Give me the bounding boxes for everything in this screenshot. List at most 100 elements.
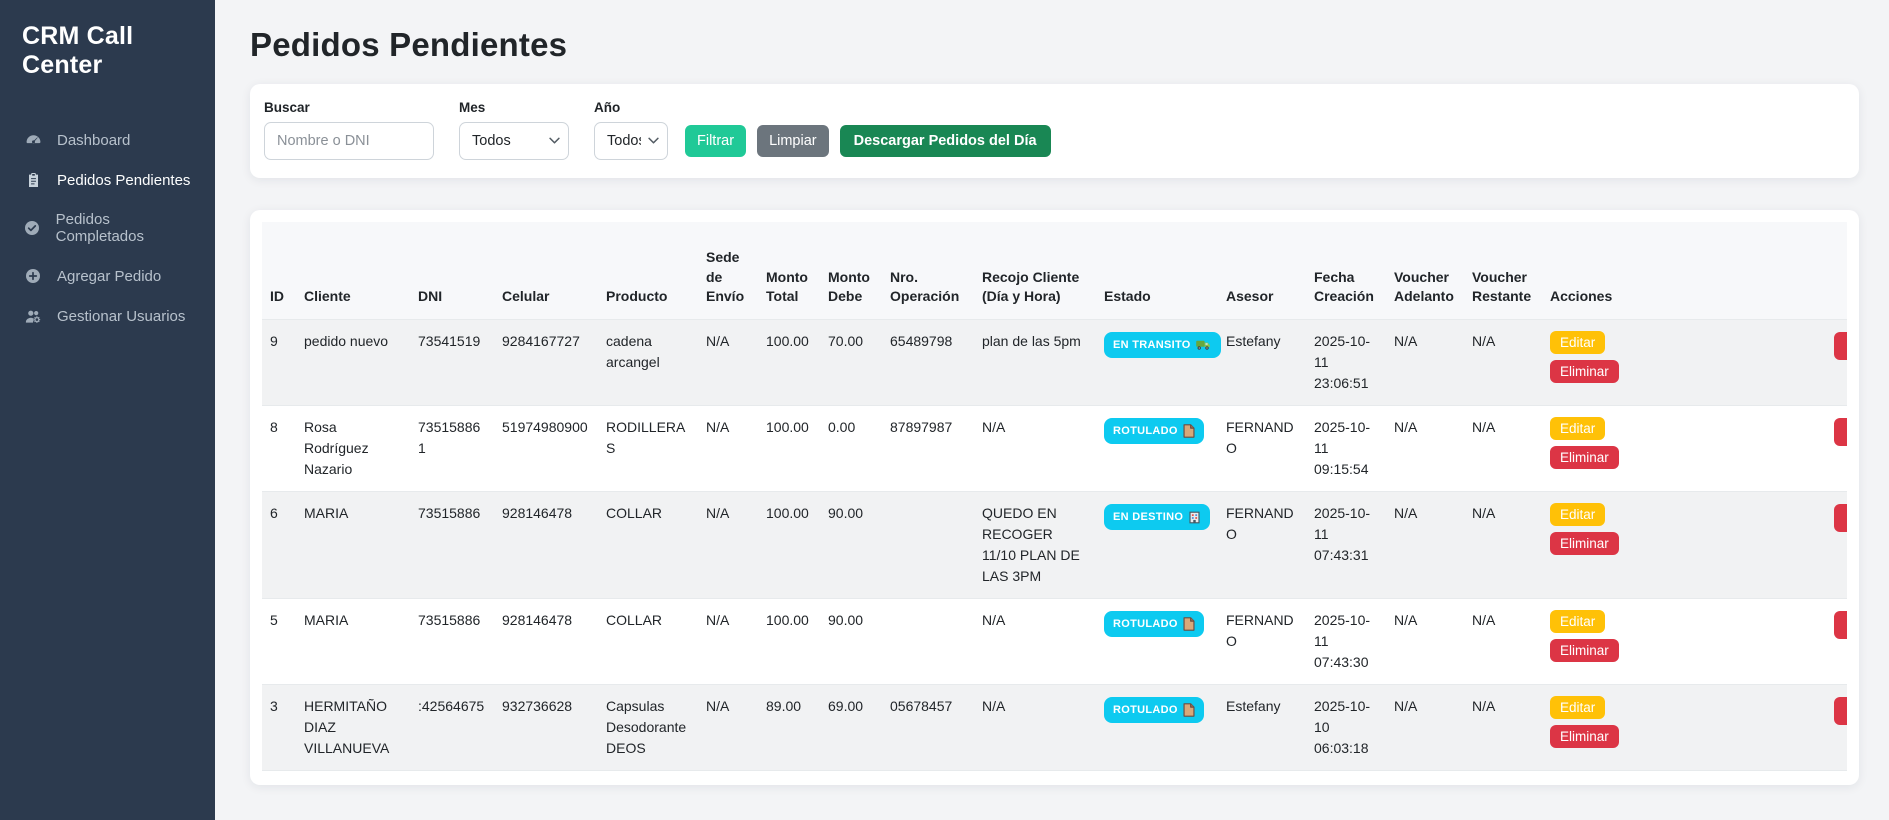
cell-id: 8 xyxy=(262,405,296,491)
table-header-row: IDClienteDNICelularProductoSede de Envío… xyxy=(262,222,1847,319)
cell-dni: 73515886 xyxy=(410,598,494,684)
clipped-eliminar-button[interactable] xyxy=(1834,697,1847,725)
cell-cliente: Rosa Rodríguez Nazario xyxy=(296,405,410,491)
cell-acciones: Editar Eliminar xyxy=(1542,684,1847,770)
column-header: Monto Total xyxy=(758,222,820,319)
column-header: Asesor xyxy=(1218,222,1306,319)
month-select[interactable]: Todos xyxy=(459,122,569,160)
eliminar-button[interactable]: Eliminar xyxy=(1550,360,1619,383)
cell-voucher-restante: N/A xyxy=(1464,319,1542,405)
eliminar-button[interactable]: Eliminar xyxy=(1550,639,1619,662)
app-root: CRM Call Center Dashboard Pedidos Pendie… xyxy=(0,0,1889,820)
eliminar-button[interactable]: Eliminar xyxy=(1550,532,1619,555)
users-icon xyxy=(24,307,42,325)
descargar-pedidos-button[interactable]: Descargar Pedidos del Día xyxy=(840,125,1051,157)
column-header: Cliente xyxy=(296,222,410,319)
table-row: 3 HERMITAÑO DIAZ VILLANUEVA :42564675 93… xyxy=(262,684,1847,770)
column-header: Acciones xyxy=(1542,222,1847,319)
cell-estado: ROTULADO xyxy=(1096,598,1218,684)
cell-producto: COLLAR xyxy=(598,598,698,684)
sidebar-item-dashboard[interactable]: Dashboard xyxy=(0,120,215,160)
cell-nro-operacion: 05678457 xyxy=(882,684,974,770)
cell-asesor: Estefany xyxy=(1218,684,1306,770)
cell-monto-debe: 70.00 xyxy=(820,319,882,405)
cell-nro-operacion xyxy=(882,598,974,684)
cell-nro-operacion: 65489798 xyxy=(882,319,974,405)
column-header: DNI xyxy=(410,222,494,319)
cell-monto-debe: 90.00 xyxy=(820,598,882,684)
package-icon xyxy=(1183,703,1195,717)
search-input[interactable] xyxy=(264,122,434,160)
cell-cliente: MARIA xyxy=(296,598,410,684)
check-circle-icon xyxy=(24,219,41,237)
clipped-eliminar-button[interactable] xyxy=(1834,332,1847,360)
status-badge: ROTULADO xyxy=(1104,611,1204,638)
table-row: 6 MARIA 73515886 928146478 COLLAR N/A 10… xyxy=(262,491,1847,598)
editar-button[interactable]: Editar xyxy=(1550,610,1605,633)
column-header: Recojo Cliente (Día y Hora) xyxy=(974,222,1096,319)
cell-asesor: FERNANDO xyxy=(1218,598,1306,684)
column-header: Voucher Restante xyxy=(1464,222,1542,319)
filtrar-button[interactable]: Filtrar xyxy=(685,125,746,157)
plus-circle-icon xyxy=(24,267,42,285)
month-label: Mes xyxy=(459,100,569,115)
sidebar-item-label: Pedidos Completados xyxy=(56,211,191,245)
year-label: Año xyxy=(594,100,668,115)
cell-producto: COLLAR xyxy=(598,491,698,598)
editar-button[interactable]: Editar xyxy=(1550,417,1605,440)
sidebar: CRM Call Center Dashboard Pedidos Pendie… xyxy=(0,0,215,820)
cell-cliente: MARIA xyxy=(296,491,410,598)
filter-buttons: Filtrar Limpiar Descargar Pedidos del Dí… xyxy=(685,125,1051,157)
column-header: Monto Debe xyxy=(820,222,882,319)
cell-fecha-creacion: 2025-10-11 09:15:54 xyxy=(1306,405,1386,491)
column-header: Voucher Adelanto xyxy=(1386,222,1464,319)
editar-button[interactable]: Editar xyxy=(1550,696,1605,719)
editar-button[interactable]: Editar xyxy=(1550,331,1605,354)
cell-asesor: FERNANDO xyxy=(1218,491,1306,598)
sidebar-item-pedidos-completados[interactable]: Pedidos Completados xyxy=(0,200,215,256)
cell-recojo-cliente: N/A xyxy=(974,684,1096,770)
cell-cliente: HERMITAÑO DIAZ VILLANUEVA xyxy=(296,684,410,770)
cell-cliente: pedido nuevo xyxy=(296,319,410,405)
orders-table-card: IDClienteDNICelularProductoSede de Envío… xyxy=(250,210,1859,785)
sidebar-item-label: Gestionar Usuarios xyxy=(57,308,185,325)
cell-monto-debe: 69.00 xyxy=(820,684,882,770)
clipped-eliminar-button[interactable] xyxy=(1834,504,1847,532)
cell-estado: ROTULADO xyxy=(1096,684,1218,770)
sidebar-item-gestionar-usuarios[interactable]: Gestionar Usuarios xyxy=(0,296,215,336)
sidebar-item-agregar-pedido[interactable]: Agregar Pedido xyxy=(0,256,215,296)
cell-celular: 928146478 xyxy=(494,598,598,684)
cell-celular: 9284167727 xyxy=(494,319,598,405)
cell-sede-envio: N/A xyxy=(698,319,758,405)
cell-estado: EN TRANSITO xyxy=(1096,319,1218,405)
cell-id: 5 xyxy=(262,598,296,684)
gauge-icon xyxy=(24,131,42,149)
status-badge: ROTULADO xyxy=(1104,697,1204,724)
sidebar-item-label: Dashboard xyxy=(57,132,130,149)
cell-sede-envio: N/A xyxy=(698,598,758,684)
cell-voucher-restante: N/A xyxy=(1464,684,1542,770)
cell-monto-total: 100.00 xyxy=(758,491,820,598)
cell-nro-operacion: 87897987 xyxy=(882,405,974,491)
clipped-eliminar-button[interactable] xyxy=(1834,418,1847,446)
column-header: ID xyxy=(262,222,296,319)
cell-monto-total: 100.00 xyxy=(758,319,820,405)
cell-voucher-adelanto: N/A xyxy=(1386,319,1464,405)
search-group: Buscar xyxy=(264,100,434,160)
package-icon xyxy=(1183,424,1195,438)
cell-sede-envio: N/A xyxy=(698,684,758,770)
year-group: Año Todos xyxy=(594,100,668,160)
cell-voucher-restante: N/A xyxy=(1464,491,1542,598)
limpiar-button[interactable]: Limpiar xyxy=(757,125,829,157)
cell-fecha-creacion: 2025-10-10 06:03:18 xyxy=(1306,684,1386,770)
sidebar-item-pedidos-pendientes[interactable]: Pedidos Pendientes xyxy=(0,160,215,200)
eliminar-button[interactable]: Eliminar xyxy=(1550,446,1619,469)
cell-monto-debe: 0.00 xyxy=(820,405,882,491)
table-row: 8 Rosa Rodríguez Nazario 735158861 51974… xyxy=(262,405,1847,491)
cell-celular: 928146478 xyxy=(494,491,598,598)
clipped-eliminar-button[interactable] xyxy=(1834,611,1847,639)
eliminar-button[interactable]: Eliminar xyxy=(1550,725,1619,748)
cell-monto-total: 89.00 xyxy=(758,684,820,770)
year-select[interactable]: Todos xyxy=(594,122,668,160)
editar-button[interactable]: Editar xyxy=(1550,503,1605,526)
